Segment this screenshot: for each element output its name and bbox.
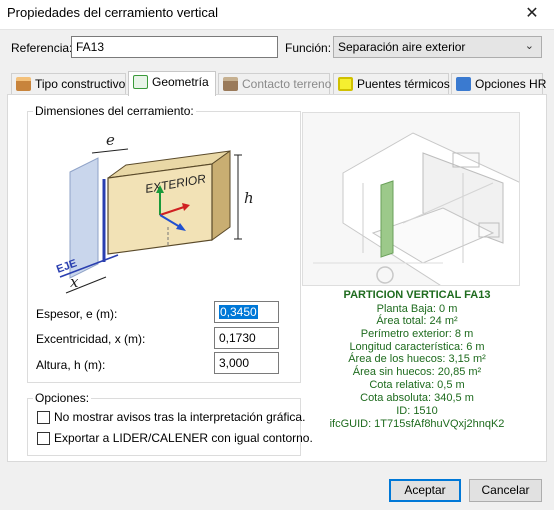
info-line: ID: 1510 <box>396 405 438 417</box>
no-warnings-checkbox[interactable] <box>37 411 50 424</box>
geometry-panel: Dimensiones del cerramiento: EJE EXTERIO… <box>7 94 547 462</box>
altura-value: 3,000 <box>219 356 250 370</box>
no-warnings-label: No mostrar avisos tras la interpretación… <box>54 410 306 424</box>
info-line: Área sin huecos: 20,85 m² <box>352 366 482 378</box>
altura-label: Altura, h (m): <box>36 358 106 372</box>
funcion-label: Función: <box>285 41 332 55</box>
tab-geometria[interactable]: Geometría <box>128 71 216 96</box>
building-3d-preview[interactable] <box>302 112 520 286</box>
terrain-icon <box>223 77 238 91</box>
info-line: Longitud característica: 6 m <box>349 341 485 353</box>
tab-opciones-hr[interactable]: Opciones HR <box>451 73 546 95</box>
options-group-title: Opciones: <box>33 391 92 405</box>
tab-tipo-constructivo[interactable]: Tipo constructivo <box>11 73 126 95</box>
export-lider-checkbox[interactable] <box>37 432 50 445</box>
info-line: Cota absoluta: 340,5 m <box>360 392 474 404</box>
h-label: h <box>244 189 254 207</box>
thermal-bridge-icon <box>338 77 353 91</box>
x-label: x <box>70 273 79 291</box>
info-title: PARTICION VERTICAL FA13 <box>343 289 491 301</box>
info-line: Planta Baja: 0 m <box>376 303 458 315</box>
info-line: Área de los huecos: 3,15 m² <box>348 353 486 365</box>
e-label: e <box>106 131 115 149</box>
referencia-value: FA13 <box>76 40 105 54</box>
funcion-value: Separación aire exterior <box>338 40 466 54</box>
info-line: Área total: 24 m² <box>376 315 458 327</box>
info-line: ifcGUID: 1T715sfAf8huVQxj2hnqK2 <box>329 418 505 430</box>
hr-options-icon <box>456 77 471 91</box>
brick-icon <box>16 77 31 91</box>
referencia-input[interactable]: FA13 <box>71 36 278 58</box>
options-group <box>27 398 301 456</box>
geometry-icon <box>133 75 148 89</box>
excentricidad-input[interactable]: 0,1730 <box>214 327 279 349</box>
wall-diagram: EJE EXTERIOR h e x <box>55 131 254 294</box>
espesor-label: Espesor, e (m): <box>36 307 118 321</box>
window-title: Propiedades del cerramiento vertical <box>7 5 218 20</box>
tab-puentes-termicos[interactable]: Puentes térmicos <box>333 73 450 95</box>
excentricidad-value: 0,1730 <box>219 331 256 345</box>
accept-button[interactable]: Aceptar <box>389 479 461 502</box>
excentricidad-label: Excentricidad, x (m): <box>36 332 146 346</box>
altura-input[interactable]: 3,000 <box>214 352 279 374</box>
tab-contacto-terreno[interactable]: Contacto terreno <box>218 73 331 95</box>
tab-strip: Tipo constructivo Geometría Contacto ter… <box>7 71 547 96</box>
building-3d-drawing <box>313 132 519 285</box>
info-line: Perímetro exterior: 8 m <box>360 328 474 340</box>
wall-side-face <box>211 150 231 241</box>
espesor-value: 0,3450 <box>219 305 258 319</box>
funcion-select[interactable]: Separación aire exterior ⌄ <box>333 36 542 58</box>
e-dimension-line <box>91 148 129 154</box>
close-icon[interactable]: ✕ <box>520 3 544 25</box>
cancel-button[interactable]: Cancelar <box>469 479 542 502</box>
dimensions-group-title: Dimensiones del cerramiento: <box>33 104 196 118</box>
espesor-input[interactable]: 0,3450 <box>214 301 279 323</box>
referencia-label: Referencia: <box>11 41 73 55</box>
highlighted-wall <box>380 180 394 258</box>
export-lider-label: Exportar a LIDER/CALENER con igual conto… <box>54 431 313 445</box>
title-bar: Propiedades del cerramiento vertical ✕ <box>0 0 554 30</box>
chevron-down-icon: ⌄ <box>524 40 534 52</box>
info-line: Cota relativa: 0,5 m <box>369 379 465 391</box>
